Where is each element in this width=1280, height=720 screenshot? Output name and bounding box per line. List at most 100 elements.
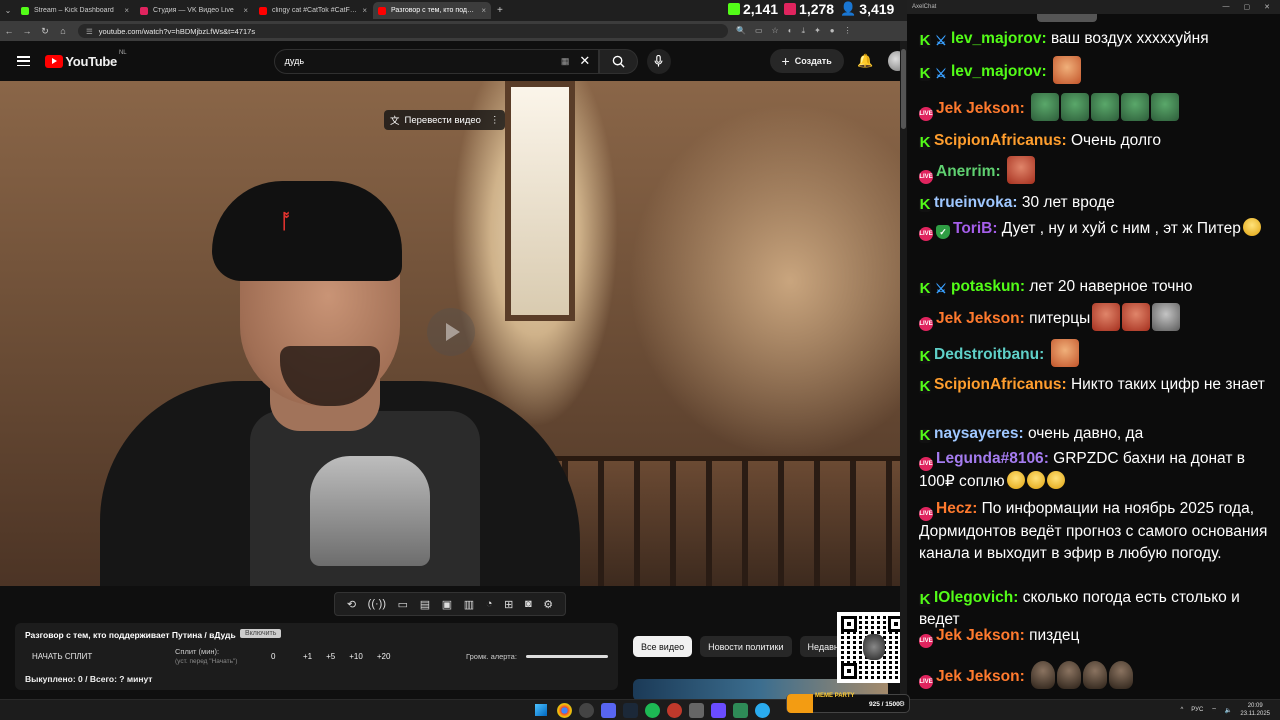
download-icon[interactable]: ⤓ xyxy=(802,26,806,36)
close-icon[interactable]: ✕ xyxy=(1264,3,1270,11)
tab-search-icon[interactable]: ⌄ xyxy=(0,6,16,15)
browser-tab[interactable]: Студия — VK Видео Live × xyxy=(135,2,253,19)
chat-username[interactable]: lev_majorov xyxy=(951,30,1041,47)
meme-party-settings-icon[interactable]: ⚙ xyxy=(899,700,905,708)
split-step-button[interactable]: +20 xyxy=(377,652,391,661)
add-screen-icon[interactable]: ⊞ xyxy=(504,598,513,611)
clock[interactable]: 20:09 23.11.2025 xyxy=(1240,702,1270,718)
steam-icon[interactable] xyxy=(623,703,638,718)
picture-icon[interactable]: ▣ xyxy=(442,598,452,611)
chat-username[interactable]: ScipionAfricanus xyxy=(934,376,1061,393)
keyboard-icon[interactable]: ▦ xyxy=(561,56,570,67)
tab-close-icon[interactable]: × xyxy=(243,6,248,15)
browser-tab[interactable]: Разговор с тем, кто поддерживае × xyxy=(373,2,491,19)
cast-icon[interactable]: ▭ xyxy=(755,26,763,36)
split-step-button[interactable]: +5 xyxy=(326,652,335,661)
screen-eye-icon[interactable]: ▭ xyxy=(398,598,408,611)
loop-icon[interactable]: ⟲ xyxy=(347,598,356,611)
chat-username[interactable]: IOlegovich xyxy=(934,589,1013,606)
chat-username[interactable]: Jek Jekson xyxy=(936,100,1020,117)
home-icon[interactable]: ⌂ xyxy=(54,26,72,36)
chat-username[interactable]: Jek Jekson xyxy=(936,668,1020,685)
app-icon-gray[interactable] xyxy=(689,703,704,718)
forward-icon[interactable]: → xyxy=(18,26,36,36)
notifications-bell-icon[interactable]: 🔔 xyxy=(856,53,875,69)
split-step-button[interactable]: +1 xyxy=(303,652,312,661)
discord-icon[interactable] xyxy=(601,703,616,718)
url-field[interactable]: ☰ youtube.com/watch?v=hBDMjbzLfWs&t=4717s xyxy=(78,24,728,38)
film-strip-icon[interactable]: ▥ xyxy=(464,598,474,611)
windows-start-icon[interactable] xyxy=(535,704,547,716)
media-player-icon[interactable] xyxy=(711,703,726,718)
chat-username[interactable]: trueinvoka xyxy=(934,194,1012,211)
filter-chip[interactable]: Все видео xyxy=(633,636,693,657)
tab-close-icon[interactable]: × xyxy=(362,6,367,15)
minimize-icon[interactable]: — xyxy=(1223,3,1230,11)
site-info-icon[interactable]: ☰ xyxy=(86,27,93,36)
tab-close-icon[interactable]: × xyxy=(481,6,486,15)
browser-tab[interactable]: Stream – Kick Dashboard × xyxy=(16,2,134,19)
speed-gauge-icon[interactable]: ◔ xyxy=(486,598,493,610)
back-icon[interactable]: ← xyxy=(0,26,18,36)
play-overlay-icon[interactable] xyxy=(427,308,475,356)
new-tab-button[interactable]: + xyxy=(497,5,503,16)
chat-username-separator: : xyxy=(1019,627,1030,644)
broadcast-icon[interactable]: ((·)) xyxy=(368,598,386,610)
chat-username[interactable]: Jek Jekson xyxy=(936,627,1020,644)
obs-icon[interactable] xyxy=(579,703,594,718)
extension-icon[interactable]: ◐ xyxy=(788,26,793,36)
chat-username[interactable]: ToriB xyxy=(953,220,992,237)
maximize-icon[interactable]: ▢ xyxy=(1244,3,1251,11)
reload-icon[interactable]: ↻ xyxy=(36,26,54,37)
filter-chip[interactable]: Новости политики xyxy=(700,636,792,657)
chat-username[interactable]: naysayeres xyxy=(934,425,1018,442)
wifi-icon[interactable]: ⌔ xyxy=(1211,706,1217,714)
clapper-icon[interactable]: ▤ xyxy=(420,598,430,611)
translate-video-button[interactable]: 文 Перевести видео ⋮ xyxy=(384,110,506,130)
chat-username[interactable]: Hecz xyxy=(936,500,972,517)
chat-username[interactable]: ScipionAfricanus xyxy=(934,132,1061,149)
chat-username[interactable]: Legunda#8106 xyxy=(936,450,1044,467)
chrome-icon[interactable] xyxy=(557,703,572,718)
chat-text: Очень долго xyxy=(1070,132,1161,149)
chat-username[interactable]: Anerrim xyxy=(936,163,995,180)
tab-close-icon[interactable]: × xyxy=(124,6,129,15)
clear-search-icon[interactable]: ✕ xyxy=(579,53,590,69)
emote-smile-icon xyxy=(1026,471,1045,489)
taskbar-apps xyxy=(557,703,770,718)
menu-icon[interactable] xyxy=(17,56,31,66)
enable-toggle[interactable]: Включить xyxy=(240,629,282,638)
more-options-icon[interactable]: ⋮ xyxy=(490,115,500,126)
chat-username[interactable]: potaskun xyxy=(951,278,1020,295)
create-button[interactable]: + Создать xyxy=(769,49,844,73)
page-scrollbar[interactable] xyxy=(900,41,907,699)
profile-icon[interactable]: ● xyxy=(830,26,835,36)
telegram-icon[interactable] xyxy=(755,703,770,718)
video-player[interactable]: ᚩ 文 Перевести видео ⋮ xyxy=(0,81,900,586)
chat-username[interactable]: lev_majorov xyxy=(951,63,1041,80)
spotify-icon[interactable] xyxy=(645,703,660,718)
vk-live-badge-icon: LIVE xyxy=(919,634,933,648)
browser-tab[interactable]: clingy cat #CatTok #CatFails202 × xyxy=(254,2,372,19)
browser-menu-icon[interactable]: ⋮ xyxy=(844,26,852,36)
youtube-logo[interactable]: YouTube NL xyxy=(45,50,127,69)
volume-icon[interactable]: 🔈 xyxy=(1225,707,1232,714)
page-scrollbar-thumb[interactable] xyxy=(901,49,906,129)
app-icon-green[interactable] xyxy=(733,703,748,718)
zoom-icon[interactable]: 🔍 xyxy=(736,26,746,36)
voice-search-button[interactable] xyxy=(646,48,671,74)
puzzle-icon[interactable]: ✦ xyxy=(814,26,821,36)
alert-volume-slider[interactable] xyxy=(526,655,608,658)
chat-username[interactable]: Jek Jekson xyxy=(936,310,1020,327)
settings-gear-icon[interactable]: ⚙ xyxy=(543,598,553,611)
start-split-button[interactable]: НАЧАТЬ СПЛИТ xyxy=(32,652,92,661)
language-indicator[interactable]: РУС xyxy=(1191,707,1203,713)
app-icon-red[interactable] xyxy=(667,703,682,718)
tray-arrow-icon[interactable]: ^ xyxy=(1180,707,1183,713)
chat-username[interactable]: Dedstroitbanu xyxy=(934,346,1039,363)
search-button[interactable] xyxy=(599,48,638,74)
split-step-button[interactable]: +10 xyxy=(349,652,363,661)
camera-icon[interactable]: ◙ xyxy=(525,598,532,610)
bookmark-star-icon[interactable]: ☆ xyxy=(772,26,779,36)
search-input[interactable]: дудь ▦ ✕ xyxy=(273,48,600,74)
